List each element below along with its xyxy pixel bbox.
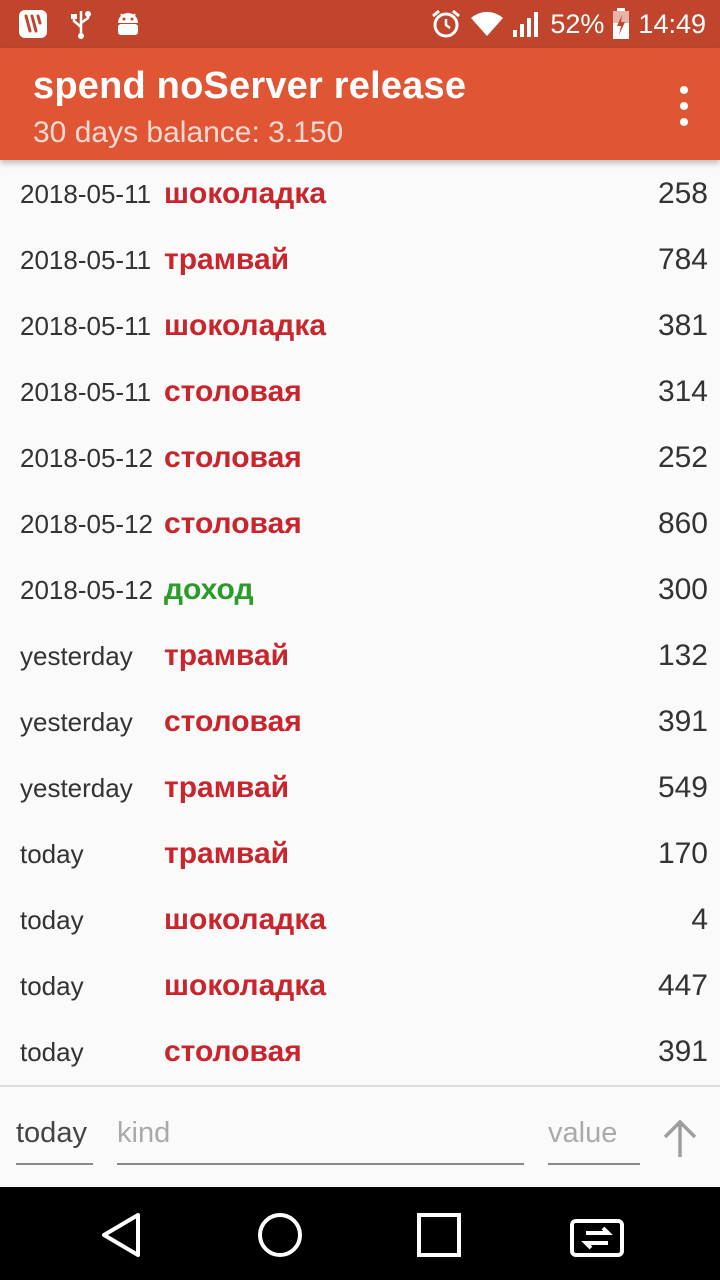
arrow-up-icon[interactable] [660, 1117, 700, 1161]
entry-kind: шоколадка [164, 903, 327, 936]
entry-kind: столовая [164, 507, 302, 540]
value-input[interactable]: value [548, 1117, 640, 1165]
entry-kind: трамвай [164, 837, 290, 870]
signal-icon [512, 10, 542, 38]
kind-input[interactable]: kind [117, 1117, 524, 1165]
entry-value: 860 [657, 507, 708, 540]
entry-value: 300 [657, 573, 708, 606]
list-item[interactable]: 2018-05-11 трамвай 784 [0, 229, 720, 295]
entry-kind: трамвай [164, 243, 290, 276]
entry-value: 391 [657, 705, 708, 738]
list-item[interactable]: 2018-05-12 доход 300 [0, 559, 720, 625]
entry-date: 2018-05-12 [20, 509, 153, 539]
entry-date: today [20, 905, 84, 935]
entry-value: 447 [657, 969, 708, 1002]
entry-date: yesterday [20, 707, 133, 737]
usb-icon [70, 9, 92, 39]
list-item[interactable]: yesterday трамвай 549 [0, 757, 720, 823]
entry-value: 314 [657, 375, 708, 408]
alarm-icon [430, 8, 462, 40]
entry-value: 784 [657, 243, 708, 276]
entry-date: yesterday [20, 773, 133, 803]
entry-value: 252 [657, 441, 708, 474]
list-item[interactable]: yesterday трамвай 132 [0, 625, 720, 691]
entry-input-bar: today kind value [0, 1087, 720, 1187]
entry-kind: трамвай [164, 771, 290, 804]
list-item[interactable]: 2018-05-12 столовая 252 [0, 427, 720, 493]
entry-date: today [20, 839, 84, 869]
system-nav-bar [0, 1187, 720, 1280]
list-item[interactable]: 2018-05-11 столовая 314 [0, 361, 720, 427]
back-icon[interactable] [97, 1207, 153, 1263]
entry-kind: шоколадка [164, 969, 327, 1002]
entry-value: 381 [657, 309, 708, 342]
entry-kind: шоколадка [164, 309, 327, 342]
wifi-icon [470, 10, 504, 38]
entry-date: yesterday [20, 641, 133, 671]
entry-value: 170 [657, 837, 708, 870]
entry-value: 4 [691, 903, 708, 936]
battery-charging-icon [612, 8, 630, 40]
list-item[interactable]: today столовая 391 [0, 1021, 720, 1083]
list-item[interactable]: today трамвай 170 [0, 823, 720, 889]
list-item[interactable]: 2018-05-12 столовая 860 [0, 493, 720, 559]
balance-subtitle: 30 days balance: 3.150 [33, 116, 344, 149]
entry-value: 391 [657, 1035, 708, 1068]
entry-date: 2018-05-11 [20, 377, 152, 407]
entry-date: 2018-05-11 [20, 245, 152, 275]
android-debug-icon [114, 9, 142, 39]
list-item[interactable]: today шоколадка 447 [0, 955, 720, 1021]
clock: 14:49 [638, 8, 706, 39]
entry-value: 258 [657, 177, 708, 210]
home-icon[interactable] [254, 1207, 310, 1263]
entry-kind: шоколадка [164, 177, 327, 210]
app-title: spend noServer release [33, 65, 467, 107]
entries-list[interactable]: 2018-05-11 шоколадка 258 2018-05-11 трамвай… [0, 163, 720, 1083]
entry-kind: доход [164, 573, 254, 606]
list-item[interactable]: 2018-05-11 шоколадка 381 [0, 295, 720, 361]
date-field[interactable]: today [16, 1117, 93, 1165]
entry-kind: столовая [164, 705, 302, 738]
entry-value: 132 [657, 639, 708, 672]
entry-date: today [20, 1037, 84, 1067]
entry-value: 549 [657, 771, 708, 804]
battery-percent: 52% [550, 8, 605, 39]
entry-kind: столовая [164, 1035, 302, 1068]
status-bar: 52% 14:49 [0, 0, 720, 48]
list-item[interactable]: yesterday столовая 391 [0, 691, 720, 757]
entry-date: 2018-05-11 [20, 311, 152, 341]
entry-date: today [20, 971, 84, 1001]
screen-mirror-icon[interactable] [568, 1207, 624, 1263]
entry-kind: трамвай [164, 639, 290, 672]
overflow-menu-icon[interactable] [674, 86, 694, 126]
recents-icon[interactable] [414, 1207, 470, 1263]
entry-kind: столовая [164, 441, 302, 474]
entry-date: 2018-05-12 [20, 575, 153, 605]
entry-kind: столовая [164, 375, 302, 408]
list-item[interactable]: 2018-05-11 шоколадка 258 [0, 163, 720, 229]
entry-date: 2018-05-12 [20, 443, 153, 473]
app-bar: spend noServer release 30 days balance: … [0, 48, 720, 160]
flowdock-notification-icon [18, 9, 48, 39]
list-item[interactable]: today шоколадка 4 [0, 889, 720, 955]
entry-date: 2018-05-11 [20, 179, 152, 209]
